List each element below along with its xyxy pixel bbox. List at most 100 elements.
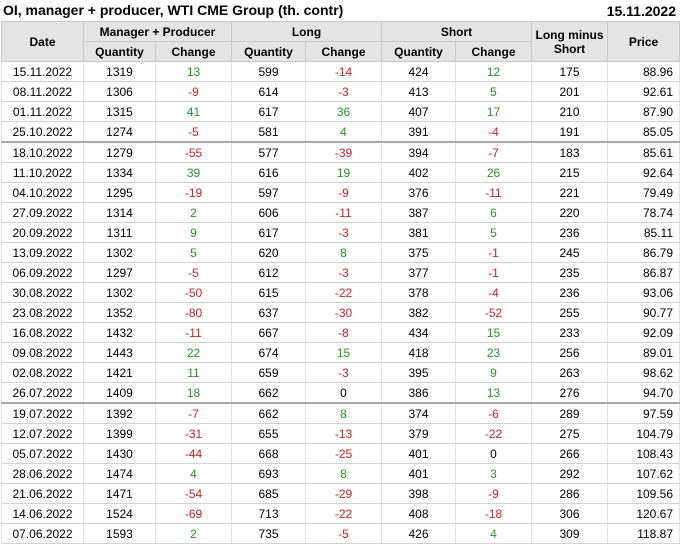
short-quantity-cell: 398 (381, 483, 457, 504)
header-long-minus-short: Long minus Short (531, 21, 609, 62)
table-row: 06.09.2022 1297 -5 612 -3 377 -1 235 86.87 (1, 262, 680, 283)
mp-change-cell: 41 (155, 101, 232, 122)
long-change-cell: 8 (304, 463, 383, 484)
subheader-mp-quantity: Quantity (83, 41, 156, 62)
mp-quantity-cell: 1392 (83, 402, 156, 424)
date-cell: 13.09.2022 (1, 242, 84, 263)
short-quantity-cell: 413 (381, 81, 457, 102)
long-change-cell: -22 (304, 503, 383, 524)
table-row: 23.08.2022 1352 -80 637 -30 382 -52 255 90.77 (1, 302, 680, 323)
table-row: 21.06.2022 1471 -54 685 -29 398 -9 286 109.56 (1, 483, 680, 504)
long-quantity-cell: 674 (231, 342, 306, 363)
price-cell: 104.79 (607, 423, 680, 444)
table-row: 11.10.2022 1334 39 616 19 402 26 215 92.64 (1, 162, 680, 183)
date-cell: 21.06.2022 (1, 483, 84, 504)
short-quantity-cell: 387 (381, 202, 457, 223)
date-cell: 23.08.2022 (1, 302, 84, 323)
long-minus-short-cell: 175 (531, 61, 609, 82)
long-change-cell: -9 (304, 182, 383, 203)
short-quantity-cell: 382 (381, 302, 457, 323)
long-quantity-cell: 735 (231, 523, 306, 544)
table-row: 12.07.2022 1399 -31 655 -13 379 -22 275 104.79 (1, 423, 680, 444)
price-cell: 86.87 (607, 262, 680, 283)
short-quantity-cell: 394 (381, 141, 457, 163)
short-quantity-cell: 418 (381, 342, 457, 363)
long-minus-short-cell: 255 (531, 302, 609, 323)
long-minus-short-cell: 215 (531, 162, 609, 183)
date-cell: 06.09.2022 (1, 262, 84, 283)
subheader-short-change: Change (455, 41, 533, 62)
mp-quantity-cell: 1593 (83, 523, 156, 544)
short-quantity-cell: 376 (381, 182, 457, 203)
price-cell: 85.11 (607, 222, 680, 243)
mp-quantity-cell: 1302 (83, 282, 156, 303)
header-short: Short (381, 21, 533, 42)
table-row: 08.11.2022 1306 -9 614 -3 413 5 201 92.61 (1, 81, 680, 102)
long-minus-short-cell: 306 (531, 503, 609, 524)
long-quantity-cell: 659 (231, 362, 306, 383)
long-minus-short-cell: 256 (531, 342, 609, 363)
long-change-cell: 15 (304, 342, 383, 363)
header-manager-producer: Manager + Producer (83, 21, 232, 42)
long-minus-short-cell: 289 (531, 402, 609, 424)
price-cell: 92.09 (607, 322, 680, 343)
table-body: 15.11.2022 1319 13 599 -14 424 12 175 88.96 08.11… (1, 61, 680, 544)
header-date: Date (1, 21, 84, 62)
mp-change-cell: -69 (155, 503, 232, 524)
price-cell: 78.74 (607, 202, 680, 223)
short-quantity-cell: 379 (381, 423, 457, 444)
long-quantity-cell: 617 (231, 101, 306, 122)
long-quantity-cell: 616 (231, 162, 306, 183)
mp-quantity-cell: 1474 (83, 463, 156, 484)
long-change-cell: -13 (304, 423, 383, 444)
price-cell: 94.70 (607, 382, 680, 404)
long-quantity-cell: 637 (231, 302, 306, 323)
mp-change-cell: -5 (155, 262, 232, 283)
mp-quantity-cell: 1524 (83, 503, 156, 524)
date-cell: 15.11.2022 (1, 61, 84, 82)
short-change-cell: 3 (455, 463, 533, 484)
price-cell: 120.67 (607, 503, 680, 524)
report-title: OI, manager + producer, WTI CME Group (t… (3, 2, 344, 18)
mp-quantity-cell: 1274 (83, 121, 156, 143)
long-quantity-cell: 581 (231, 121, 306, 143)
mp-change-cell: 39 (155, 162, 232, 183)
mp-quantity-cell: 1352 (83, 302, 156, 323)
long-change-cell: 8 (304, 242, 383, 263)
long-quantity-cell: 713 (231, 503, 306, 524)
long-change-cell: -29 (304, 483, 383, 504)
price-cell: 93.06 (607, 282, 680, 303)
table-row: 27.09.2022 1314 2 606 -11 387 6 220 78.74 (1, 202, 680, 223)
mp-quantity-cell: 1297 (83, 262, 156, 283)
long-change-cell: -11 (304, 202, 383, 223)
date-cell: 26.07.2022 (1, 382, 84, 404)
short-quantity-cell: 386 (381, 382, 457, 404)
title-bar: OI, manager + producer, WTI CME Group (t… (0, 0, 680, 22)
table-row: 04.10.2022 1295 -19 597 -9 376 -11 221 79.49 (1, 182, 680, 203)
date-cell: 02.08.2022 (1, 362, 84, 383)
long-minus-short-cell: 292 (531, 463, 609, 484)
table-row: 01.11.2022 1315 41 617 36 407 17 210 87.90 (1, 101, 680, 122)
long-minus-short-cell: 275 (531, 423, 609, 444)
long-change-cell: -39 (304, 141, 383, 163)
mp-quantity-cell: 1399 (83, 423, 156, 444)
short-change-cell: 0 (455, 443, 533, 464)
long-minus-short-cell: 220 (531, 202, 609, 223)
short-change-cell: 4 (455, 523, 533, 544)
price-cell: 107.62 (607, 463, 680, 484)
mp-quantity-cell: 1334 (83, 162, 156, 183)
long-quantity-cell: 662 (231, 382, 306, 404)
short-quantity-cell: 374 (381, 402, 457, 424)
short-quantity-cell: 378 (381, 282, 457, 303)
price-cell: 108.43 (607, 443, 680, 464)
mp-change-cell: 18 (155, 382, 232, 404)
long-quantity-cell: 597 (231, 182, 306, 203)
short-change-cell: -7 (455, 141, 533, 163)
date-cell: 16.08.2022 (1, 322, 84, 343)
table-row: 07.06.2022 1593 2 735 -5 426 4 309 118.87 (1, 523, 680, 544)
long-minus-short-cell: 183 (531, 141, 609, 163)
price-cell: 118.87 (607, 523, 680, 544)
price-cell: 85.05 (607, 121, 680, 143)
short-quantity-cell: 401 (381, 443, 457, 464)
long-minus-short-cell: 236 (531, 282, 609, 303)
